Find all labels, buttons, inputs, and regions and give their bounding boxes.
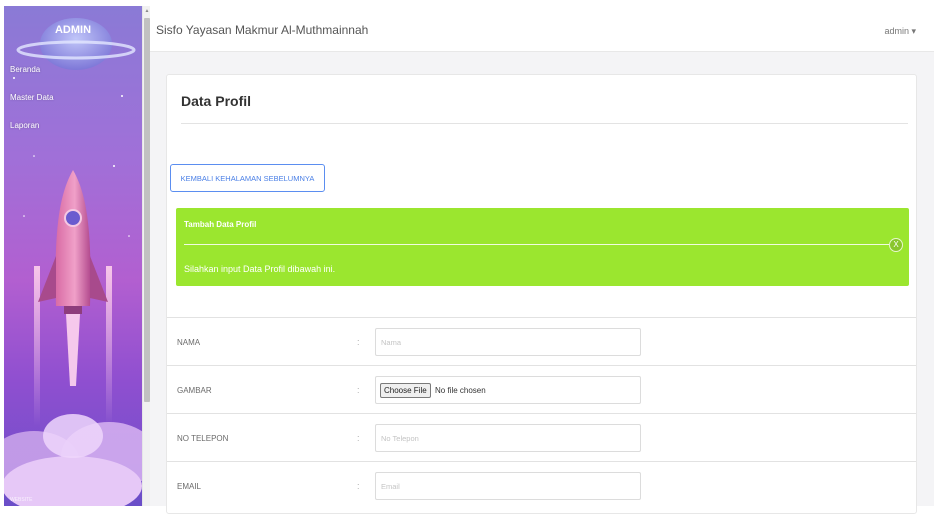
app-title: Sisfo Yayasan Makmur Al-Muthmainnah bbox=[156, 23, 369, 37]
sidebar-item-laporan[interactable]: Laporan bbox=[4, 112, 142, 140]
page-title: Data Profil bbox=[181, 93, 252, 109]
title-divider bbox=[181, 123, 908, 124]
field-separator: : bbox=[357, 337, 360, 347]
form-row-email: EMAIL : bbox=[167, 461, 916, 509]
form-row-no-telepon: NO TELEPON : bbox=[167, 413, 916, 461]
profile-card: Data Profil KEMBALI KEHALAMAN SEBELUMNYA… bbox=[166, 74, 917, 514]
file-status-text: No file chosen bbox=[435, 386, 486, 395]
cloud-illustration bbox=[4, 414, 142, 506]
field-separator: : bbox=[357, 433, 360, 443]
sidebar-footer-text: WEBSITE bbox=[10, 497, 33, 503]
field-label-no-telepon: NO TELEPON bbox=[177, 434, 229, 443]
alert-divider bbox=[184, 244, 889, 245]
nama-input[interactable] bbox=[375, 328, 641, 356]
info-alert: Tambah Data Profil X Silahkan input Data… bbox=[176, 208, 909, 286]
form-row-gambar: GAMBAR : Choose File No file chosen bbox=[167, 365, 916, 413]
sidebar-menu: Beranda Master Data Laporan bbox=[4, 56, 142, 140]
sidebar-item-beranda[interactable]: Beranda bbox=[4, 56, 142, 84]
field-label-nama: NAMA bbox=[177, 338, 201, 347]
topbar: Sisfo Yayasan Makmur Al-Muthmainnah admi… bbox=[150, 6, 934, 52]
sidebar-item-master-data[interactable]: Master Data bbox=[4, 84, 142, 112]
app-window: ADMIN Beranda Master Data Laporan WEBSIT… bbox=[0, 0, 934, 514]
alert-title: Tambah Data Profil bbox=[184, 220, 257, 229]
choose-file-button[interactable]: Choose File bbox=[380, 383, 431, 398]
alert-message: Silahkan input Data Profil dibawah ini. bbox=[184, 264, 336, 274]
email-input[interactable] bbox=[375, 472, 641, 500]
field-separator: : bbox=[357, 481, 360, 491]
sidebar-scrollbar[interactable]: ▲ bbox=[142, 6, 150, 506]
sidebar: ADMIN Beranda Master Data Laporan WEBSIT… bbox=[4, 6, 142, 506]
user-menu-dropdown[interactable]: admin ▾ bbox=[884, 26, 916, 37]
form-row-nama: NAMA : bbox=[167, 317, 916, 365]
no-telepon-input[interactable] bbox=[375, 424, 641, 452]
field-separator: : bbox=[357, 385, 360, 395]
field-label-email: EMAIL bbox=[177, 482, 202, 491]
field-label-gambar: GAMBAR bbox=[177, 386, 212, 395]
back-button[interactable]: KEMBALI KEHALAMAN SEBELUMNYA bbox=[170, 164, 325, 192]
rocket-illustration bbox=[34, 170, 112, 426]
gambar-file-input[interactable]: Choose File No file chosen bbox=[375, 376, 641, 404]
close-icon[interactable]: X bbox=[889, 238, 903, 252]
main-content: Data Profil KEMBALI KEHALAMAN SEBELUMNYA… bbox=[150, 52, 934, 514]
sidebar-logo[interactable]: ADMIN bbox=[4, 6, 142, 54]
profile-form: NAMA : GAMBAR : Choose File No file chos… bbox=[167, 317, 916, 509]
